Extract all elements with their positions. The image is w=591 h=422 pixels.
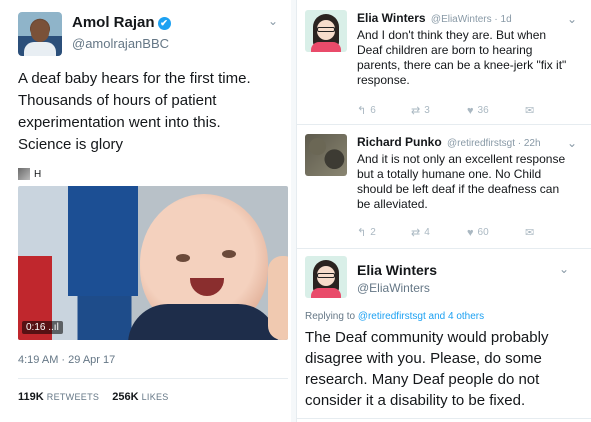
tweet-text-line: Thousands of hours of patient <box>18 92 217 109</box>
reply2-meta[interactable]: @retiredfirstsgt · 22h <box>447 138 541 149</box>
media-attribution[interactable]: H <box>18 168 41 180</box>
divider <box>297 418 591 419</box>
retweet-button[interactable]: ⇄ 3 <box>411 104 467 117</box>
author-name-text[interactable]: Amol Rajan <box>72 14 155 31</box>
envelope-icon: ✉ <box>525 105 535 117</box>
reply-count: 6 <box>370 105 376 116</box>
divider <box>297 248 591 249</box>
author-name[interactable]: Amol Rajan ✔ <box>72 14 171 31</box>
heart-icon: ♥ <box>467 226 474 239</box>
avatar-amol-rajan[interactable] <box>18 12 62 56</box>
divider <box>297 124 591 125</box>
chevron-down-icon[interactable]: ⌄ <box>559 262 569 276</box>
video-baby-eye <box>222 250 236 258</box>
attribution-label: H <box>34 168 42 180</box>
author-handle[interactable]: @amolrajanBBC <box>72 36 169 51</box>
tweet-stats: 119K RETWEETS 256K LIKES <box>18 391 179 403</box>
reply1-meta[interactable]: @EliaWinters · 1d <box>431 14 512 25</box>
direct-message-button[interactable]: ✉ <box>525 226 538 239</box>
chevron-down-icon[interactable]: ⌄ <box>268 14 278 28</box>
main-reply-text: The Deaf community would probably disagr… <box>305 329 549 409</box>
avatar-shirt <box>24 42 56 56</box>
tweet-timestamp[interactable]: 4:19 AM · 29 Apr 17 <box>18 354 115 366</box>
replying-to: Replying to @retiredfirstsgt and 4 other… <box>305 311 484 322</box>
reply1-actions: ↰ 6 ⇄ 3 ♥ 36 ✉ <box>357 104 538 118</box>
video-background-cabinet <box>68 186 138 296</box>
avatar-elia-winters[interactable] <box>305 256 347 298</box>
avatar-elia-winters[interactable] <box>305 10 347 52</box>
reply1-author[interactable]: Elia Winters @EliaWinters · 1d <box>357 11 512 25</box>
replying-to-link[interactable]: @retiredfirstsgt and 4 others <box>358 311 484 322</box>
heart-icon: ♥ <box>467 104 474 117</box>
avatar-face <box>31 20 49 42</box>
divider <box>18 378 288 379</box>
reply2-author[interactable]: Richard Punko @retiredfirstsgt · 22h <box>357 135 541 149</box>
verified-badge-icon: ✔ <box>157 17 171 30</box>
reply-count: 2 <box>370 227 376 238</box>
reply-icon: ↰ <box>357 227 367 239</box>
main-tweet-panel: Amol Rajan ✔ @amolrajanBBC ⌄ A deaf baby … <box>0 0 291 422</box>
reply2-text: And it is not only an excellent response… <box>357 152 566 211</box>
video-duration-badge: 0:16 ..ıl <box>22 321 63 334</box>
likes-count[interactable]: 256K <box>112 391 138 403</box>
chevron-down-icon[interactable]: ⌄ <box>567 12 577 26</box>
reply-icon: ↰ <box>357 105 367 117</box>
retweet-button[interactable]: ⇄ 4 <box>411 226 467 239</box>
video-player[interactable]: 0:16 ..ıl <box>18 186 288 340</box>
tweet-text-line: experimentation went into this. <box>18 114 221 131</box>
retweet-count: 3 <box>424 105 430 116</box>
tweet-text: A deaf baby hears for the first time. Th… <box>18 68 284 156</box>
attribution-thumbnail <box>18 168 30 180</box>
replying-to-prefix: Replying to <box>305 311 356 322</box>
retweet-count: 4 <box>424 227 430 238</box>
main-reply-author-handle[interactable]: @EliaWinters <box>357 281 430 295</box>
avatar-richard-punko[interactable] <box>305 134 347 176</box>
avatar-glasses <box>317 273 335 278</box>
direct-message-button[interactable]: ✉ <box>525 104 538 117</box>
retweets-label[interactable]: RETWEETS <box>47 392 99 402</box>
like-count: 60 <box>477 227 489 238</box>
avatar-body <box>311 288 341 298</box>
tweet-text-line: A deaf baby hears for the first time. <box>18 70 251 87</box>
like-button[interactable]: ♥ 60 <box>467 227 525 239</box>
avatar-glasses <box>317 27 335 32</box>
main-reply-author-name[interactable]: Elia Winters <box>357 262 437 278</box>
tweet-text-line: Science is glory <box>18 136 124 153</box>
reply2-author-name[interactable]: Richard Punko <box>357 135 442 149</box>
reply-button[interactable]: ↰ 2 <box>357 226 411 239</box>
reply1-author-name[interactable]: Elia Winters <box>357 11 426 25</box>
video-baby-sweater <box>128 304 278 340</box>
avatar-body <box>311 42 341 52</box>
like-count: 36 <box>477 105 489 116</box>
retweet-icon: ⇄ <box>411 105 421 117</box>
likes-label[interactable]: LIKES <box>142 392 169 402</box>
video-hand <box>268 256 288 340</box>
chevron-down-icon[interactable]: ⌄ <box>567 136 577 150</box>
video-baby-eye <box>176 254 190 262</box>
envelope-icon: ✉ <box>525 227 535 239</box>
reply2-actions: ↰ 2 ⇄ 4 ♥ 60 ✉ <box>357 226 538 240</box>
reply-thread-panel: Elia Winters @EliaWinters · 1d ⌄ And I d… <box>296 0 591 422</box>
retweet-icon: ⇄ <box>411 227 421 239</box>
retweets-count[interactable]: 119K <box>18 391 44 403</box>
reply-button[interactable]: ↰ 6 <box>357 104 411 117</box>
reply1-text: And I don't think they are. But when Dea… <box>357 28 567 87</box>
like-button[interactable]: ♥ 36 <box>467 105 525 117</box>
